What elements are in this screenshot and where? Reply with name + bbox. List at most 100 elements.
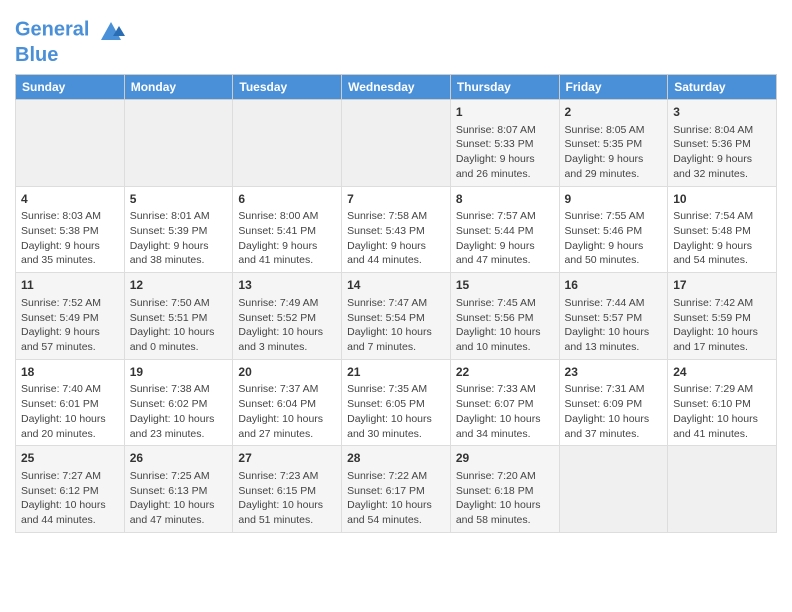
day-header-tuesday: Tuesday (233, 75, 342, 100)
page-header: General Blue (15, 10, 777, 66)
day-number: 29 (456, 450, 554, 467)
day-info: Sunrise: 8:04 AM Sunset: 5:36 PM Dayligh… (673, 123, 771, 182)
day-info: Sunrise: 7:45 AM Sunset: 5:56 PM Dayligh… (456, 296, 554, 355)
day-info: Sunrise: 7:47 AM Sunset: 5:54 PM Dayligh… (347, 296, 445, 355)
calendar-cell: 19Sunrise: 7:38 AM Sunset: 6:02 PM Dayli… (124, 359, 233, 446)
logo-text: General (15, 16, 125, 44)
day-number: 12 (130, 277, 228, 294)
day-info: Sunrise: 7:38 AM Sunset: 6:02 PM Dayligh… (130, 382, 228, 441)
calendar-cell: 12 Sunrise: 7:50 AM Sunset: 5:51 PM Dayli… (124, 273, 233, 360)
calendar-cell: 23Sunrise: 7:31 AM Sunset: 6:09 PM Dayli… (559, 359, 668, 446)
calendar-cell: 8Sunrise: 7:57 AM Sunset: 5:44 PM Daylig… (450, 186, 559, 273)
day-number: 28 (347, 450, 445, 467)
calendar-cell (16, 100, 125, 187)
calendar-cell: 1 Sunrise: 8:07 AM Sunset: 5:33 PM Daylig… (450, 100, 559, 187)
day-info: Sunrise: 7:58 AM Sunset: 5:43 PM Dayligh… (347, 209, 445, 268)
calendar-cell: 17Sunrise: 7:42 AM Sunset: 5:59 PM Dayli… (668, 273, 777, 360)
calendar-week-3: 11 Sunrise: 7:52 AM Sunset: 5:49 PM Dayli… (16, 273, 777, 360)
calendar-cell: 13 Sunrise: 7:49 AM Sunset: 5:52 PM Dayli… (233, 273, 342, 360)
calendar-cell: 5Sunrise: 8:01 AM Sunset: 5:39 PM Daylig… (124, 186, 233, 273)
day-number: 23 (565, 364, 663, 381)
day-info: Sunrise: 8:05 AM Sunset: 5:35 PM Dayligh… (565, 123, 663, 182)
day-number: 25 (21, 450, 119, 467)
calendar-cell (342, 100, 451, 187)
day-info: Sunrise: 7:22 AM Sunset: 6:17 PM Dayligh… (347, 469, 445, 528)
calendar-cell: 18Sunrise: 7:40 AM Sunset: 6:01 PM Dayli… (16, 359, 125, 446)
day-info: Sunrise: 7:33 AM Sunset: 6:07 PM Dayligh… (456, 382, 554, 441)
day-info: Sunrise: 7:29 AM Sunset: 6:10 PM Dayligh… (673, 382, 771, 441)
day-number: 5 (130, 191, 228, 208)
calendar-cell: 21Sunrise: 7:35 AM Sunset: 6:05 PM Dayli… (342, 359, 451, 446)
calendar-cell: 11 Sunrise: 7:52 AM Sunset: 5:49 PM Dayli… (16, 273, 125, 360)
header-row: SundayMondayTuesdayWednesdayThursdayFrid… (16, 75, 777, 100)
calendar-cell: 24Sunrise: 7:29 AM Sunset: 6:10 PM Dayli… (668, 359, 777, 446)
day-info: Sunrise: 7:49 AM Sunset: 5:52 PM Dayligh… (238, 296, 336, 355)
day-header-wednesday: Wednesday (342, 75, 451, 100)
day-info: Sunrise: 7:50 AM Sunset: 5:51 PM Dayligh… (130, 296, 228, 355)
day-info: Sunrise: 7:57 AM Sunset: 5:44 PM Dayligh… (456, 209, 554, 268)
day-info: Sunrise: 7:25 AM Sunset: 6:13 PM Dayligh… (130, 469, 228, 528)
day-info: Sunrise: 8:03 AM Sunset: 5:38 PM Dayligh… (21, 209, 119, 268)
day-number: 2 (565, 104, 663, 121)
calendar-cell: 28 Sunrise: 7:22 AM Sunset: 6:17 PM Dayli… (342, 446, 451, 533)
day-number: 3 (673, 104, 771, 121)
calendar-cell: 16Sunrise: 7:44 AM Sunset: 5:57 PM Dayli… (559, 273, 668, 360)
day-number: 6 (238, 191, 336, 208)
calendar-body: 1 Sunrise: 8:07 AM Sunset: 5:33 PM Daylig… (16, 100, 777, 533)
day-info: Sunrise: 7:31 AM Sunset: 6:09 PM Dayligh… (565, 382, 663, 441)
calendar-cell: 14 Sunrise: 7:47 AM Sunset: 5:54 PM Dayli… (342, 273, 451, 360)
day-number: 13 (238, 277, 336, 294)
calendar-cell: 10Sunrise: 7:54 AM Sunset: 5:48 PM Dayli… (668, 186, 777, 273)
day-header-sunday: Sunday (16, 75, 125, 100)
day-number: 7 (347, 191, 445, 208)
day-info: Sunrise: 7:20 AM Sunset: 6:18 PM Dayligh… (456, 469, 554, 528)
calendar-cell (233, 100, 342, 187)
day-number: 10 (673, 191, 771, 208)
day-info: Sunrise: 8:07 AM Sunset: 5:33 PM Dayligh… (456, 123, 554, 182)
day-header-saturday: Saturday (668, 75, 777, 100)
day-info: Sunrise: 7:23 AM Sunset: 6:15 PM Dayligh… (238, 469, 336, 528)
day-number: 26 (130, 450, 228, 467)
logo-general: General (15, 18, 89, 40)
calendar-cell: 27 Sunrise: 7:23 AM Sunset: 6:15 PM Dayli… (233, 446, 342, 533)
calendar-cell: 9Sunrise: 7:55 AM Sunset: 5:46 PM Daylig… (559, 186, 668, 273)
day-header-friday: Friday (559, 75, 668, 100)
calendar-cell: 15 Sunrise: 7:45 AM Sunset: 5:56 PM Dayli… (450, 273, 559, 360)
day-number: 9 (565, 191, 663, 208)
calendar-cell: 26 Sunrise: 7:25 AM Sunset: 6:13 PM Dayli… (124, 446, 233, 533)
day-number: 27 (238, 450, 336, 467)
calendar-cell: 2 Sunrise: 8:05 AM Sunset: 5:35 PM Daylig… (559, 100, 668, 187)
calendar-cell: 3 Sunrise: 8:04 AM Sunset: 5:36 PM Daylig… (668, 100, 777, 187)
calendar-week-1: 1 Sunrise: 8:07 AM Sunset: 5:33 PM Daylig… (16, 100, 777, 187)
day-number: 19 (130, 364, 228, 381)
day-header-monday: Monday (124, 75, 233, 100)
day-info: Sunrise: 7:44 AM Sunset: 5:57 PM Dayligh… (565, 296, 663, 355)
day-info: Sunrise: 8:00 AM Sunset: 5:41 PM Dayligh… (238, 209, 336, 268)
logo-blue-text: Blue (15, 44, 125, 66)
day-info: Sunrise: 8:01 AM Sunset: 5:39 PM Dayligh… (130, 209, 228, 268)
day-number: 11 (21, 277, 119, 294)
logo: General Blue (15, 16, 125, 66)
calendar-cell (124, 100, 233, 187)
day-number: 15 (456, 277, 554, 294)
calendar-cell: 25Sunrise: 7:27 AM Sunset: 6:12 PM Dayli… (16, 446, 125, 533)
day-info: Sunrise: 7:35 AM Sunset: 6:05 PM Dayligh… (347, 382, 445, 441)
day-info: Sunrise: 7:42 AM Sunset: 5:59 PM Dayligh… (673, 296, 771, 355)
calendar-cell (559, 446, 668, 533)
day-number: 14 (347, 277, 445, 294)
calendar-week-4: 18Sunrise: 7:40 AM Sunset: 6:01 PM Dayli… (16, 359, 777, 446)
day-info: Sunrise: 7:37 AM Sunset: 6:04 PM Dayligh… (238, 382, 336, 441)
day-info: Sunrise: 7:55 AM Sunset: 5:46 PM Dayligh… (565, 209, 663, 268)
calendar-cell (668, 446, 777, 533)
day-number: 18 (21, 364, 119, 381)
day-number: 1 (456, 104, 554, 121)
calendar-cell: 6Sunrise: 8:00 AM Sunset: 5:41 PM Daylig… (233, 186, 342, 273)
day-info: Sunrise: 7:40 AM Sunset: 6:01 PM Dayligh… (21, 382, 119, 441)
day-number: 21 (347, 364, 445, 381)
calendar-table: SundayMondayTuesdayWednesdayThursdayFrid… (15, 74, 777, 533)
day-info: Sunrise: 7:52 AM Sunset: 5:49 PM Dayligh… (21, 296, 119, 355)
day-number: 8 (456, 191, 554, 208)
calendar-cell: 4Sunrise: 8:03 AM Sunset: 5:38 PM Daylig… (16, 186, 125, 273)
day-info: Sunrise: 7:54 AM Sunset: 5:48 PM Dayligh… (673, 209, 771, 268)
day-number: 22 (456, 364, 554, 381)
